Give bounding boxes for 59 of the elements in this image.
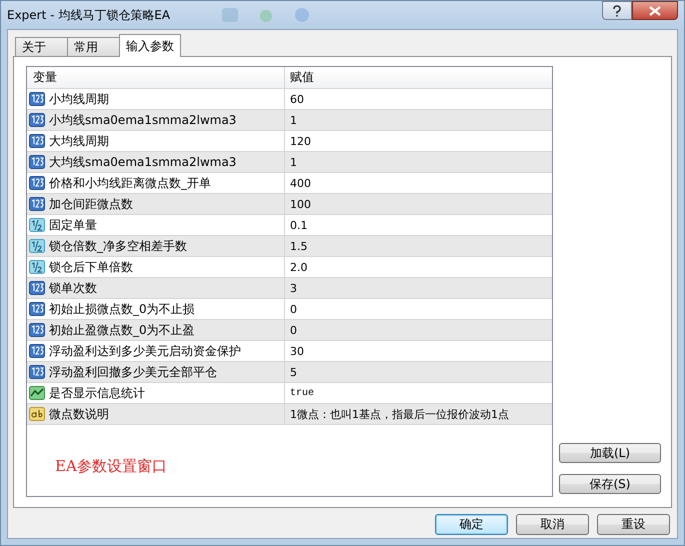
integer-type-icon bbox=[29, 113, 45, 127]
window-title: Expert - 均线马丁锁仓策略EA bbox=[7, 6, 170, 24]
parameter-name: 初始止盈微点数_0为不止盈 bbox=[49, 322, 195, 338]
column-header[interactable]: 赋值 bbox=[285, 67, 552, 88]
help-button[interactable] bbox=[602, 1, 632, 20]
dialog-button[interactable]: 确定 bbox=[435, 514, 508, 535]
parameter-name: 固定单量 bbox=[49, 216, 97, 234]
side-button[interactable]: 加载(L) bbox=[559, 443, 661, 463]
parameter-name: 小均线sma0ema1smma2lwma3 bbox=[49, 112, 236, 128]
parameter-name: 初始止损微点数_0为不止损 bbox=[49, 300, 195, 318]
integer-type-icon bbox=[29, 281, 45, 295]
boolean-type-icon bbox=[29, 386, 45, 400]
integer-type-icon bbox=[29, 323, 45, 337]
dialog-button[interactable]: 重设 bbox=[597, 514, 670, 535]
parameter-value[interactable]: 1微点：也叫1基点，指最后一位报价波动1点 bbox=[290, 406, 509, 422]
parameter-value[interactable]: true bbox=[290, 388, 314, 398]
parameter-value[interactable]: 1.5 bbox=[290, 240, 308, 252]
parameter-name: 大均线sma0ema1smma2lwma3 bbox=[49, 154, 236, 170]
integer-type-icon bbox=[29, 197, 45, 211]
parameter-name: 小均线周期 bbox=[49, 90, 109, 108]
parameter-name: 浮动盈利达到多少美元启动资金保护 bbox=[49, 342, 241, 360]
parameter-value[interactable]: 0 bbox=[290, 302, 297, 316]
parameter-name: 是否显示信息统计 bbox=[49, 384, 145, 402]
fraction-type-icon bbox=[29, 260, 45, 274]
parameter-value[interactable]: 0.1 bbox=[290, 218, 308, 232]
parameter-value[interactable]: 60 bbox=[290, 92, 304, 106]
integer-type-icon bbox=[29, 365, 45, 379]
fraction-type-icon bbox=[29, 239, 45, 253]
parameter-value[interactable]: 100 bbox=[290, 198, 311, 210]
parameter-value[interactable]: 0 bbox=[290, 324, 297, 336]
close-icon bbox=[649, 6, 661, 16]
parameter-value[interactable]: 120 bbox=[290, 134, 311, 148]
parameter-name: 浮动盈利回撤多少美元全部平仓 bbox=[49, 364, 217, 380]
annotation-text: EA参数设置窗口 bbox=[55, 457, 167, 476]
column-header[interactable]: 变量 bbox=[27, 67, 285, 88]
parameter-value[interactable]: 400 bbox=[290, 176, 311, 190]
tab[interactable]: 常用 bbox=[67, 37, 120, 56]
parameter-name: 大均线周期 bbox=[49, 132, 109, 150]
parameter-value[interactable]: 2.0 bbox=[290, 260, 308, 274]
parameter-value[interactable]: 3 bbox=[290, 282, 297, 294]
parameter-name: 加仓间距微点数 bbox=[49, 196, 133, 212]
tab[interactable]: 输入参数 bbox=[119, 34, 181, 57]
fraction-type-icon bbox=[29, 218, 45, 232]
dialog-button[interactable]: 取消 bbox=[516, 514, 589, 535]
integer-type-icon bbox=[29, 155, 45, 169]
parameter-value[interactable]: 1 bbox=[290, 114, 297, 126]
side-button[interactable]: 保存(S) bbox=[559, 474, 661, 494]
parameter-value[interactable]: 30 bbox=[290, 344, 304, 358]
parameter-name: 锁仓倍数_净多空相差手数 bbox=[49, 238, 187, 254]
tab[interactable]: 关于 bbox=[15, 37, 68, 56]
parameter-name: 价格和小均线距离微点数_开单 bbox=[49, 174, 211, 192]
help-icon bbox=[612, 4, 622, 16]
text-type-icon bbox=[29, 407, 45, 421]
close-button[interactable] bbox=[632, 1, 678, 20]
parameter-name: 锁仓后下单倍数 bbox=[49, 258, 133, 276]
parameter-name: 锁单次数 bbox=[49, 280, 97, 296]
parameter-name: 微点数说明 bbox=[49, 406, 109, 422]
parameter-value[interactable]: 1 bbox=[290, 156, 297, 168]
parameter-value[interactable]: 5 bbox=[290, 366, 297, 378]
